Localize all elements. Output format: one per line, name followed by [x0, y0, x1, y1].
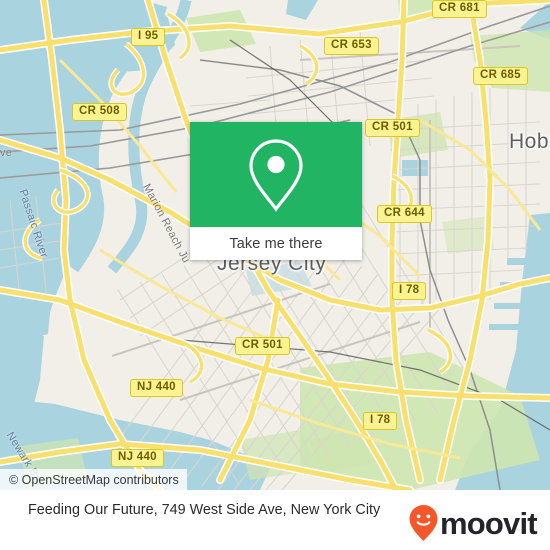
- osm-attribution[interactable]: © OpenStreetMap contributors: [0, 469, 187, 490]
- road-shield: NJ 440: [130, 379, 183, 397]
- road-shield: CR 501: [365, 119, 420, 137]
- moovit-pin-icon: [409, 505, 438, 541]
- road-shield: CR 681: [432, 0, 487, 18]
- map-canvas-container[interactable]: I 95 CR 653 CR 681 CR 685 CR 508 CR 501 CR 644…: [0, 0, 550, 490]
- place-label: Hobok: [509, 130, 550, 153]
- location-caption: Feeding Our Future, 749 West Side Ave, N…: [28, 502, 381, 518]
- map-pin-icon: [249, 138, 303, 212]
- moovit-wordmark: moovit: [440, 505, 538, 541]
- road-shield: CR 685: [473, 67, 528, 85]
- card-image-area: [190, 122, 362, 227]
- street-label: ve: [0, 147, 13, 159]
- road-shield: CR 508: [72, 103, 127, 121]
- take-me-there-button[interactable]: Take me there: [190, 227, 362, 260]
- road-shield: CR 653: [324, 37, 379, 55]
- road-shield: CR 644: [377, 205, 432, 223]
- road-shield: I 95: [131, 28, 166, 46]
- location-preview-card[interactable]: Take me there: [190, 122, 362, 260]
- map-screenshot-page: I 95 CR 653 CR 681 CR 685 CR 508 CR 501 CR 644…: [0, 0, 550, 550]
- road-shield: I 78: [392, 282, 427, 300]
- road-shield: I 78: [363, 412, 398, 430]
- road-shield: CR 501: [235, 337, 290, 355]
- moovit-logo[interactable]: moovit: [408, 500, 538, 542]
- footer-bar: Feeding Our Future, 749 West Side Ave, N…: [0, 490, 550, 550]
- road-shield: NJ 440: [111, 449, 164, 467]
